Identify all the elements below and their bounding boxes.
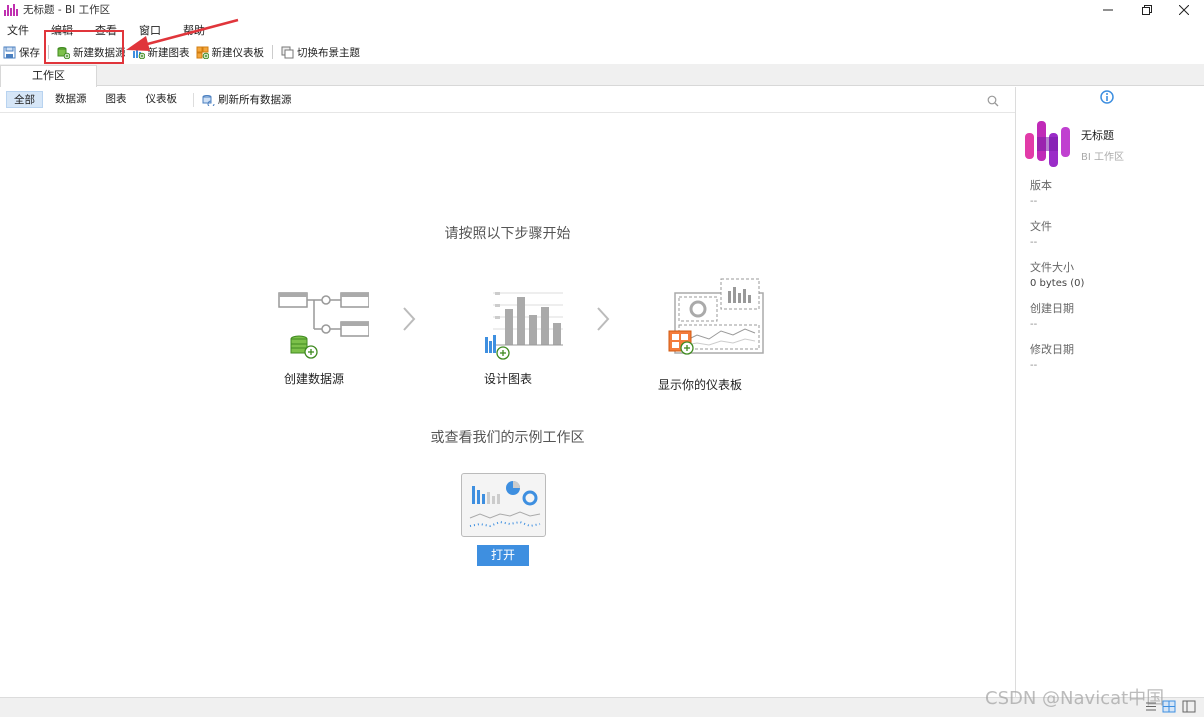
step-create-datasource[interactable]: 创建数据源 [234, 281, 394, 387]
prop-value: -- [1030, 360, 1038, 371]
restore-icon [1142, 4, 1152, 15]
prop-key: 文件 [1030, 220, 1052, 233]
annotation-highlight-box [44, 30, 124, 64]
prop-value: -- [1030, 196, 1038, 207]
filter-all[interactable]: 全部 [6, 91, 43, 108]
prop-value: 0 bytes (0) [1030, 278, 1085, 289]
detail-view-icon[interactable] [1182, 700, 1196, 713]
sample-workspace-icon [469, 481, 541, 528]
restore-button[interactable] [1127, 0, 1167, 19]
filter-chart[interactable]: 图表 [99, 91, 134, 108]
step-show-dashboard-label: 显示你的仪表板 [657, 378, 742, 392]
list-view-icon[interactable] [1144, 700, 1158, 713]
info-icon[interactable] [1100, 90, 1114, 104]
tab-strip: 工作区 [0, 64, 1204, 87]
info-panel: 无标题 BI 工作区 版本 -- 文件 -- 文件大小 0 bytes (0) … [1015, 87, 1204, 697]
minimize-button[interactable] [1088, 0, 1128, 19]
prop-key: 文件大小 [1030, 261, 1074, 274]
save-label: 保存 [19, 46, 40, 59]
prop-key: 修改日期 [1030, 343, 1074, 356]
workspace-name: 无标题 [1081, 129, 1114, 142]
tab-workspace[interactable]: 工作区 [0, 65, 97, 87]
theme-icon [281, 46, 294, 58]
prop-key: 版本 [1030, 179, 1052, 192]
chart-icon [485, 292, 579, 360]
prop-created-date: 创建日期 -- [1030, 300, 1190, 330]
menu-file[interactable]: 文件 [0, 22, 44, 38]
close-icon [1179, 4, 1189, 15]
welcome-area: 请按照以下步骤开始 创建数据源 设计图表 显示你的仪表板 或查看我们的示例工作区… [0, 113, 1015, 697]
watermark: CSDN @Navicat中国 [985, 688, 1165, 709]
datasource-icon [278, 292, 370, 359]
filter-divider [193, 92, 194, 107]
prop-file-size: 文件大小 0 bytes (0) [1030, 259, 1190, 289]
app-logo-icon [4, 3, 18, 16]
minimize-icon [1103, 9, 1113, 10]
refresh-datasource-icon [202, 94, 215, 106]
workspace-logo-icon [1025, 121, 1070, 167]
step-create-datasource-label: 创建数据源 [283, 372, 344, 386]
save-button[interactable]: 保存 [0, 42, 43, 62]
filter-bar: 全部 数据源 图表 仪表板 刷新所有数据源 [0, 87, 1015, 113]
search-icon[interactable] [987, 95, 999, 107]
sample-workspace-thumbnail[interactable] [461, 473, 546, 537]
toolbar-divider [272, 45, 273, 59]
filter-datasource[interactable]: 数据源 [48, 91, 94, 108]
step-show-dashboard[interactable]: 显示你的仪表板 [620, 273, 780, 393]
chevron-right-icon [597, 307, 610, 331]
prop-value: -- [1030, 237, 1038, 248]
window-title: 无标题 - BI 工作区 [23, 4, 111, 16]
prop-version: 版本 -- [1030, 177, 1190, 207]
filter-dashboard[interactable]: 仪表板 [139, 91, 185, 108]
refresh-all-button[interactable]: 刷新所有数据源 [202, 92, 292, 107]
step-design-chart[interactable]: 设计图表 [428, 281, 588, 387]
workspace-type: BI 工作区 [1081, 152, 1124, 163]
grid-view-icon[interactable] [1162, 700, 1176, 713]
prop-key: 创建日期 [1030, 302, 1074, 315]
switch-theme-button[interactable]: 切换布景主题 [278, 42, 363, 62]
open-sample-button[interactable]: 打开 [477, 545, 529, 566]
close-button[interactable] [1164, 0, 1204, 19]
save-icon [3, 46, 16, 58]
prop-value: -- [1030, 319, 1038, 330]
steps-heading: 请按照以下步骤开始 [444, 226, 571, 242]
prop-file: 文件 -- [1030, 218, 1190, 248]
annotation-arrow-icon [126, 18, 239, 51]
step-design-chart-label: 设计图表 [483, 372, 532, 386]
prop-modified-date: 修改日期 -- [1030, 341, 1190, 371]
dashboard-icon [668, 278, 764, 355]
sample-heading: 或查看我们的示例工作区 [430, 430, 585, 446]
chevron-right-icon [403, 307, 416, 331]
refresh-all-label: 刷新所有数据源 [218, 94, 292, 106]
switch-theme-label: 切换布景主题 [297, 46, 360, 59]
